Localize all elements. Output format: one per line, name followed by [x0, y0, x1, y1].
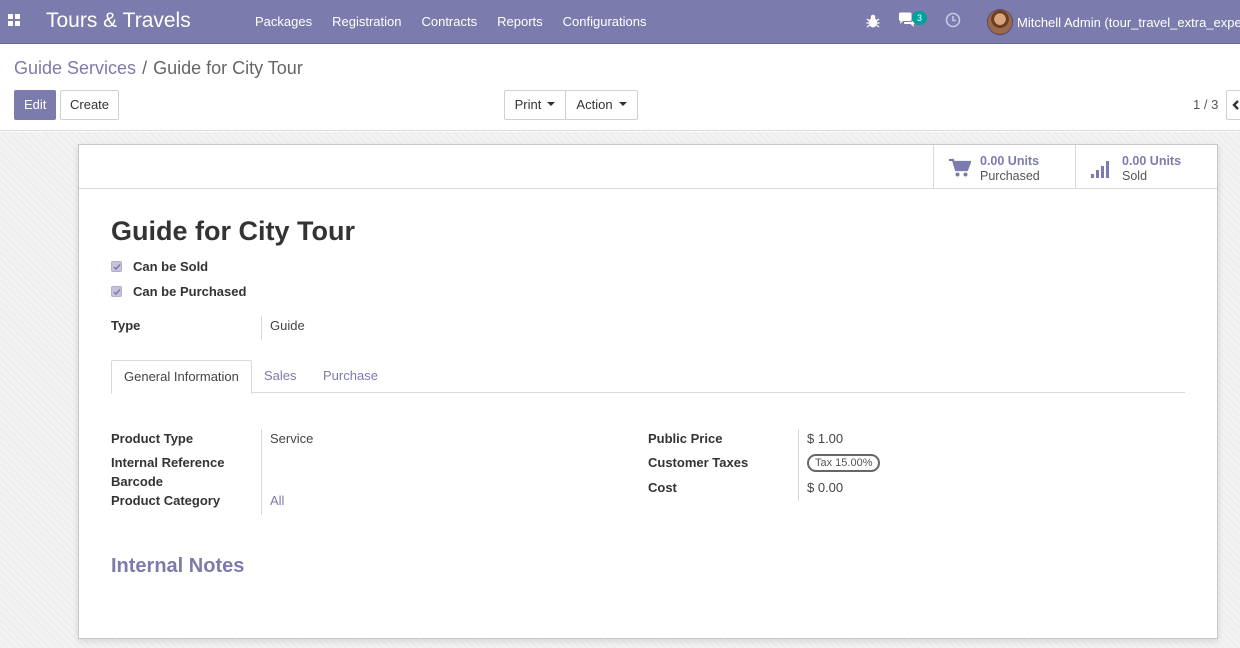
print-label: Print — [514, 97, 542, 112]
tab-purchase[interactable]: Purchase — [323, 360, 378, 393]
pager-value[interactable]: 1 / 3 — [1193, 97, 1218, 112]
type-label: Type — [111, 318, 141, 333]
signal-icon — [1091, 161, 1109, 178]
user-name: Mitchell Admin (tour_travel_extra_expe — [1017, 14, 1240, 30]
menu-packages[interactable]: Packages — [245, 0, 322, 43]
public-price-value[interactable]: $ 1.00 — [807, 431, 843, 446]
can-be-purchased-label: Can be Purchased — [133, 283, 247, 299]
tab-general-information[interactable]: General Information — [111, 360, 252, 394]
control-panel: Guide Services / Guide for City Tour Edit … — [0, 45, 1240, 131]
create-button[interactable]: Create — [60, 90, 119, 120]
customer-taxes-label: Customer Taxes — [648, 455, 749, 470]
chevron-down-icon — [547, 102, 556, 107]
field-divider — [261, 316, 262, 340]
purchased-stat-button[interactable]: 0.00 Units Purchased — [933, 145, 1075, 188]
sold-stat-label: Sold — [1122, 169, 1148, 183]
record-title: Guide for City Tour — [111, 216, 355, 246]
user-menu[interactable]: Mitchell Admin (tour_travel_extra_expe — [987, 8, 1240, 36]
chat-count-badge: 3 — [912, 11, 927, 25]
public-price-label: Public Price — [648, 431, 723, 446]
product-category-label: Product Category — [111, 493, 221, 508]
cart-icon — [949, 158, 971, 177]
main-menu: Packages Registration Contracts Reports … — [245, 0, 657, 43]
chevron-left-icon — [1232, 100, 1239, 110]
cost-value[interactable]: $ 0.00 — [807, 480, 843, 495]
notebook-tabs: General Information Sales Purchase — [111, 360, 1185, 394]
breadcrumb-separator: / — [142, 58, 148, 78]
field-divider — [261, 429, 262, 515]
form-sheet: 0.00 Units Purchased 0.00 Units Sold Gui… — [78, 144, 1218, 639]
debug-bug-icon[interactable] — [866, 13, 880, 29]
product-type-label: Product Type — [111, 431, 194, 446]
top-navbar: Tours & Travels Packages Registration Co… — [0, 0, 1240, 44]
apps-menu-icon[interactable] — [8, 14, 20, 26]
menu-contracts[interactable]: Contracts — [411, 0, 487, 43]
pager-previous-button[interactable] — [1226, 90, 1240, 120]
tab-sales[interactable]: Sales — [264, 360, 297, 393]
product-category-link[interactable]: All — [270, 493, 284, 508]
checkbox-checked-icon — [111, 285, 122, 297]
user-avatar — [987, 9, 1013, 35]
chevron-down-icon — [618, 102, 627, 107]
form-view-area: 0.00 Units Purchased 0.00 Units Sold Gui… — [0, 132, 1240, 648]
action-label: Action — [576, 97, 613, 112]
internal-notes-heading: Internal Notes — [111, 555, 245, 577]
breadcrumb-current: Guide for City Tour — [153, 58, 303, 78]
barcode-label: Barcode — [111, 474, 164, 489]
sold-stat-button[interactable]: 0.00 Units Sold — [1075, 145, 1217, 188]
purchased-stat-label: Purchased — [980, 169, 1040, 183]
edit-button[interactable]: Edit — [14, 90, 56, 120]
field-divider — [798, 429, 799, 501]
breadcrumb: Guide Services / Guide for City Tour — [14, 58, 303, 79]
sold-stat-value: 0.00 Units — [1122, 154, 1182, 168]
app-brand[interactable]: Tours & Travels — [46, 9, 191, 33]
action-dropdown-button[interactable]: Action — [565, 90, 638, 120]
type-value[interactable]: Guide — [270, 318, 305, 333]
menu-reports[interactable]: Reports — [487, 0, 553, 43]
can-be-sold-checkbox[interactable]: Can be Sold — [111, 257, 208, 275]
purchased-stat-value: 0.00 Units — [980, 154, 1040, 168]
cost-label: Cost — [648, 480, 677, 495]
smart-button-box: 0.00 Units Purchased 0.00 Units Sold — [79, 145, 1217, 189]
can-be-sold-label: Can be Sold — [133, 258, 209, 274]
checkbox-checked-icon — [111, 260, 122, 272]
menu-configurations[interactable]: Configurations — [553, 0, 657, 43]
menu-registration[interactable]: Registration — [322, 0, 411, 43]
sold-stat-text: 0.00 Units Sold — [1122, 154, 1181, 184]
activity-clock-icon[interactable] — [945, 12, 962, 29]
tax-tag-badge[interactable]: Tax 15.00% — [807, 454, 881, 472]
print-dropdown-button[interactable]: Print — [504, 90, 566, 120]
breadcrumb-parent-link[interactable]: Guide Services — [14, 58, 136, 78]
can-be-purchased-checkbox[interactable]: Can be Purchased — [111, 282, 246, 300]
product-type-value[interactable]: Service — [270, 431, 313, 446]
internal-reference-label: Internal Reference — [111, 455, 225, 470]
purchased-stat-text: 0.00 Units Purchased — [980, 154, 1040, 184]
